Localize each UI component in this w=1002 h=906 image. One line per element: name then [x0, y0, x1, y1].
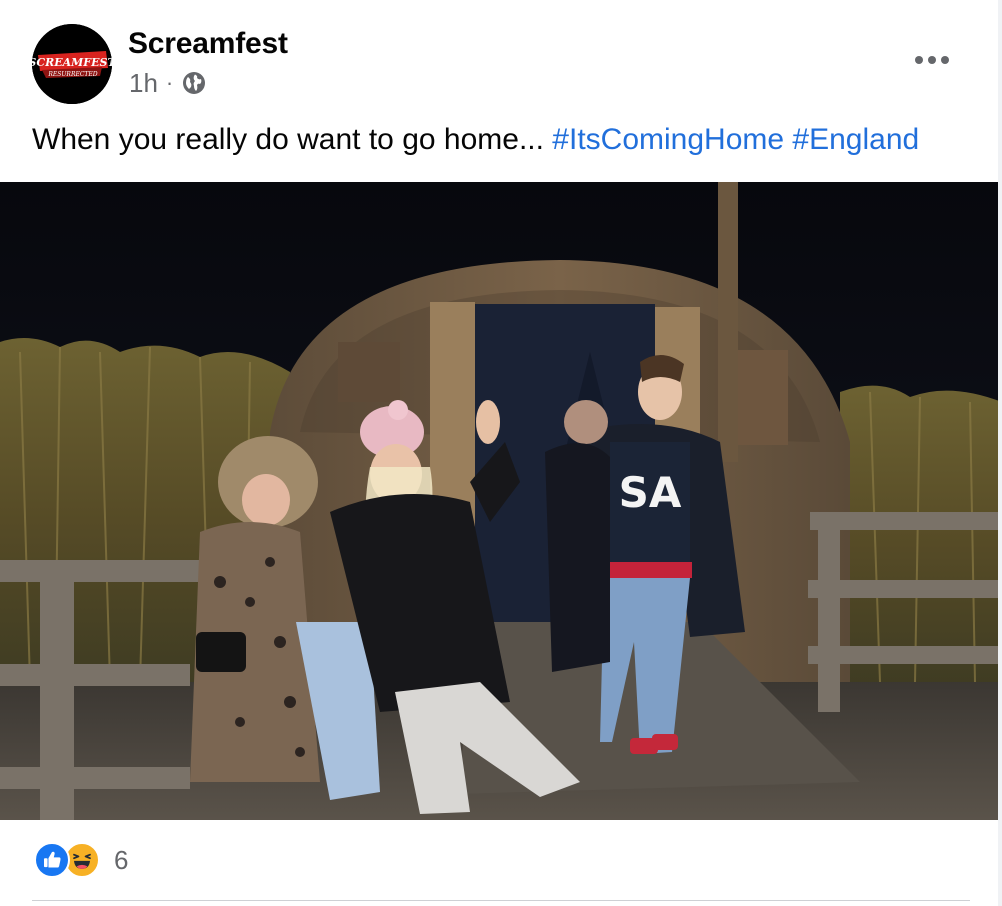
action-divider: [32, 900, 970, 901]
post-options-button[interactable]: [908, 40, 956, 80]
hashtag-link[interactable]: #ItsComingHome: [552, 123, 784, 156]
globe-icon[interactable]: [181, 70, 207, 96]
more-dot-icon: [915, 56, 923, 64]
post-card: SCREAMFEST RESURRECTED Screamfest 1h · W…: [0, 0, 1002, 906]
reactions-summary[interactable]: 6: [34, 840, 128, 880]
more-dot-icon: [928, 56, 936, 64]
post-photo[interactable]: SA: [0, 182, 1002, 820]
more-dot-icon: [941, 56, 949, 64]
reaction-count: 6: [114, 844, 129, 875]
svg-text:SCREAMFEST: SCREAMFEST: [32, 56, 112, 69]
page-avatar[interactable]: SCREAMFEST RESURRECTED: [32, 24, 112, 104]
screamfest-logo: SCREAMFEST RESURRECTED: [32, 24, 112, 104]
meta-separator: ·: [165, 70, 174, 95]
page-name-link[interactable]: Screamfest: [128, 26, 288, 62]
like-icon: [34, 842, 70, 878]
hashtag-link[interactable]: #England: [792, 123, 919, 156]
post-message: When you really do want to go home... #I…: [32, 120, 919, 160]
card-edge: [998, 0, 1002, 906]
post-message-text: When you really do want to go home...: [32, 123, 553, 156]
photo-image: SA: [0, 182, 1002, 820]
post-meta: 1h ·: [129, 66, 207, 100]
svg-text:SA: SA: [619, 468, 682, 517]
svg-text:RESURRECTED: RESURRECTED: [47, 71, 97, 78]
post-timestamp[interactable]: 1h: [129, 68, 158, 99]
